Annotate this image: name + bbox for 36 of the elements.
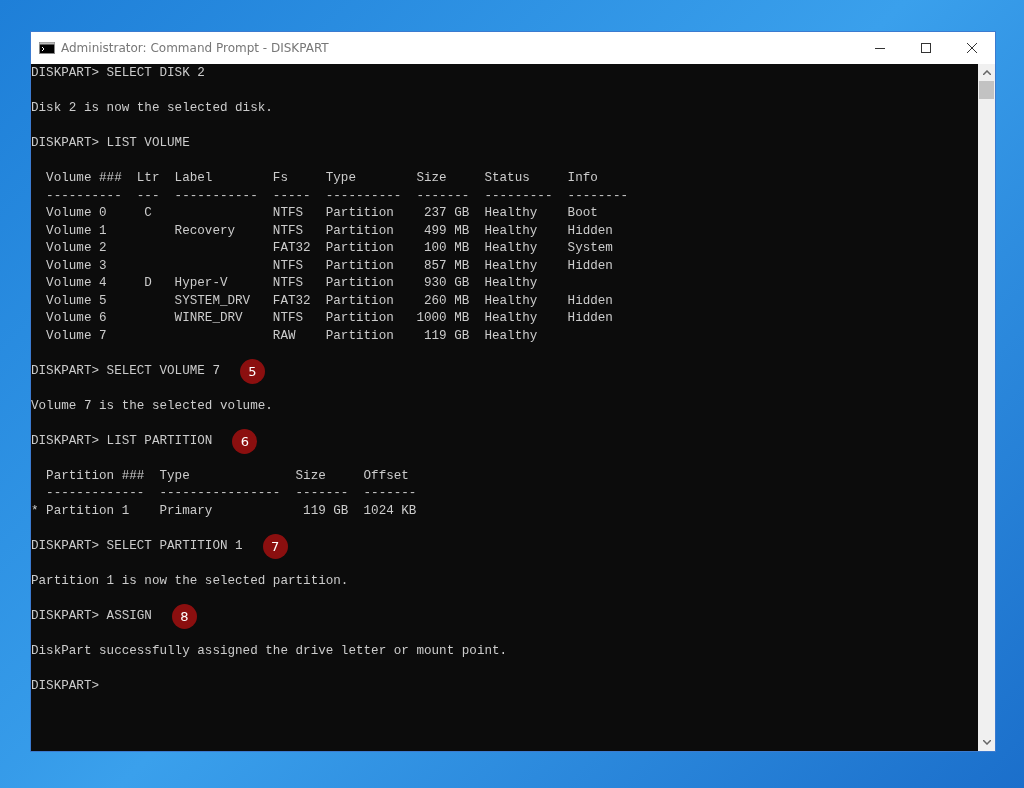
console-line: DISKPART> SELECT PARTITION 1 [31, 537, 243, 555]
console-line: Disk 2 is now the selected disk. [31, 100, 273, 117]
step-badge: 8 [171, 603, 197, 629]
scrollbar[interactable] [978, 64, 995, 751]
console-line: Volume 3 NTFS Partition 857 MB Healthy Hidden [45, 257, 613, 275]
close-icon [967, 43, 977, 53]
console-line: Partition ### Type Size Offset [45, 467, 409, 485]
console-line: Volume 5 SYSTEM_DRV FAT32 Partition 260 MB Healthy Hidden [45, 292, 613, 310]
console-line: Volume 1 Recovery NTFS Partition 499 MB Healthy Hidden [45, 222, 613, 240]
step-badge: 6 [232, 428, 258, 454]
console-line: Volume 2 FAT32 Partition 100 MB Healthy System [45, 240, 613, 257]
scrollbar-thumb[interactable] [979, 81, 994, 99]
console-line: DISKPART> SELECT DISK 2 [31, 65, 205, 82]
scroll-down-icon[interactable] [982, 740, 991, 745]
console-line: DiskPart successfully assigned the drive letter or mount point. [31, 642, 508, 660]
console-line: DISKPART> [31, 677, 100, 695]
console-line: ---------- --- ----------- ----- ---------- ------- --------- -------- [45, 187, 629, 205]
console-line: Partition 1 is now the selected partition. [31, 572, 349, 590]
console-line: Volume 7 is the selected volume. [31, 397, 273, 415]
console-line: DISKPART> LIST PARTITION [31, 432, 213, 450]
console-line: Volume 0 C NTFS Partition 237 GB Healthy Boot [45, 205, 598, 222]
console-line: Volume 6 WINRE_DRV NTFS Partition 1000 MB Healthy Hidden [45, 310, 613, 327]
console-line: Volume ### Ltr Label Fs Type Size Status Info [45, 170, 598, 187]
maximize-icon [921, 43, 931, 53]
console-line: ------------- ---------------- ------- ------- [45, 485, 417, 502]
console-line: DISKPART> ASSIGN [31, 607, 152, 625]
step-badge: 7 [262, 533, 288, 559]
step-badge: 5 [239, 358, 265, 384]
console-line: Volume 4 D Hyper-V NTFS Partition 930 GB Healthy [45, 275, 538, 292]
scroll-up-icon[interactable] [982, 70, 991, 75]
console-line: * Partition 1 Primary 119 GB 1024 KB [31, 502, 417, 520]
console-line: Volume 7 RAW Partition 119 GB Healthy [45, 327, 538, 345]
console-icon [39, 42, 55, 54]
console-line: DISKPART> LIST VOLUME [31, 135, 190, 152]
console-line: DISKPART> SELECT VOLUME 7 [31, 362, 220, 380]
window-title: Administrator: Command Prompt - DISKPART [61, 41, 329, 55]
